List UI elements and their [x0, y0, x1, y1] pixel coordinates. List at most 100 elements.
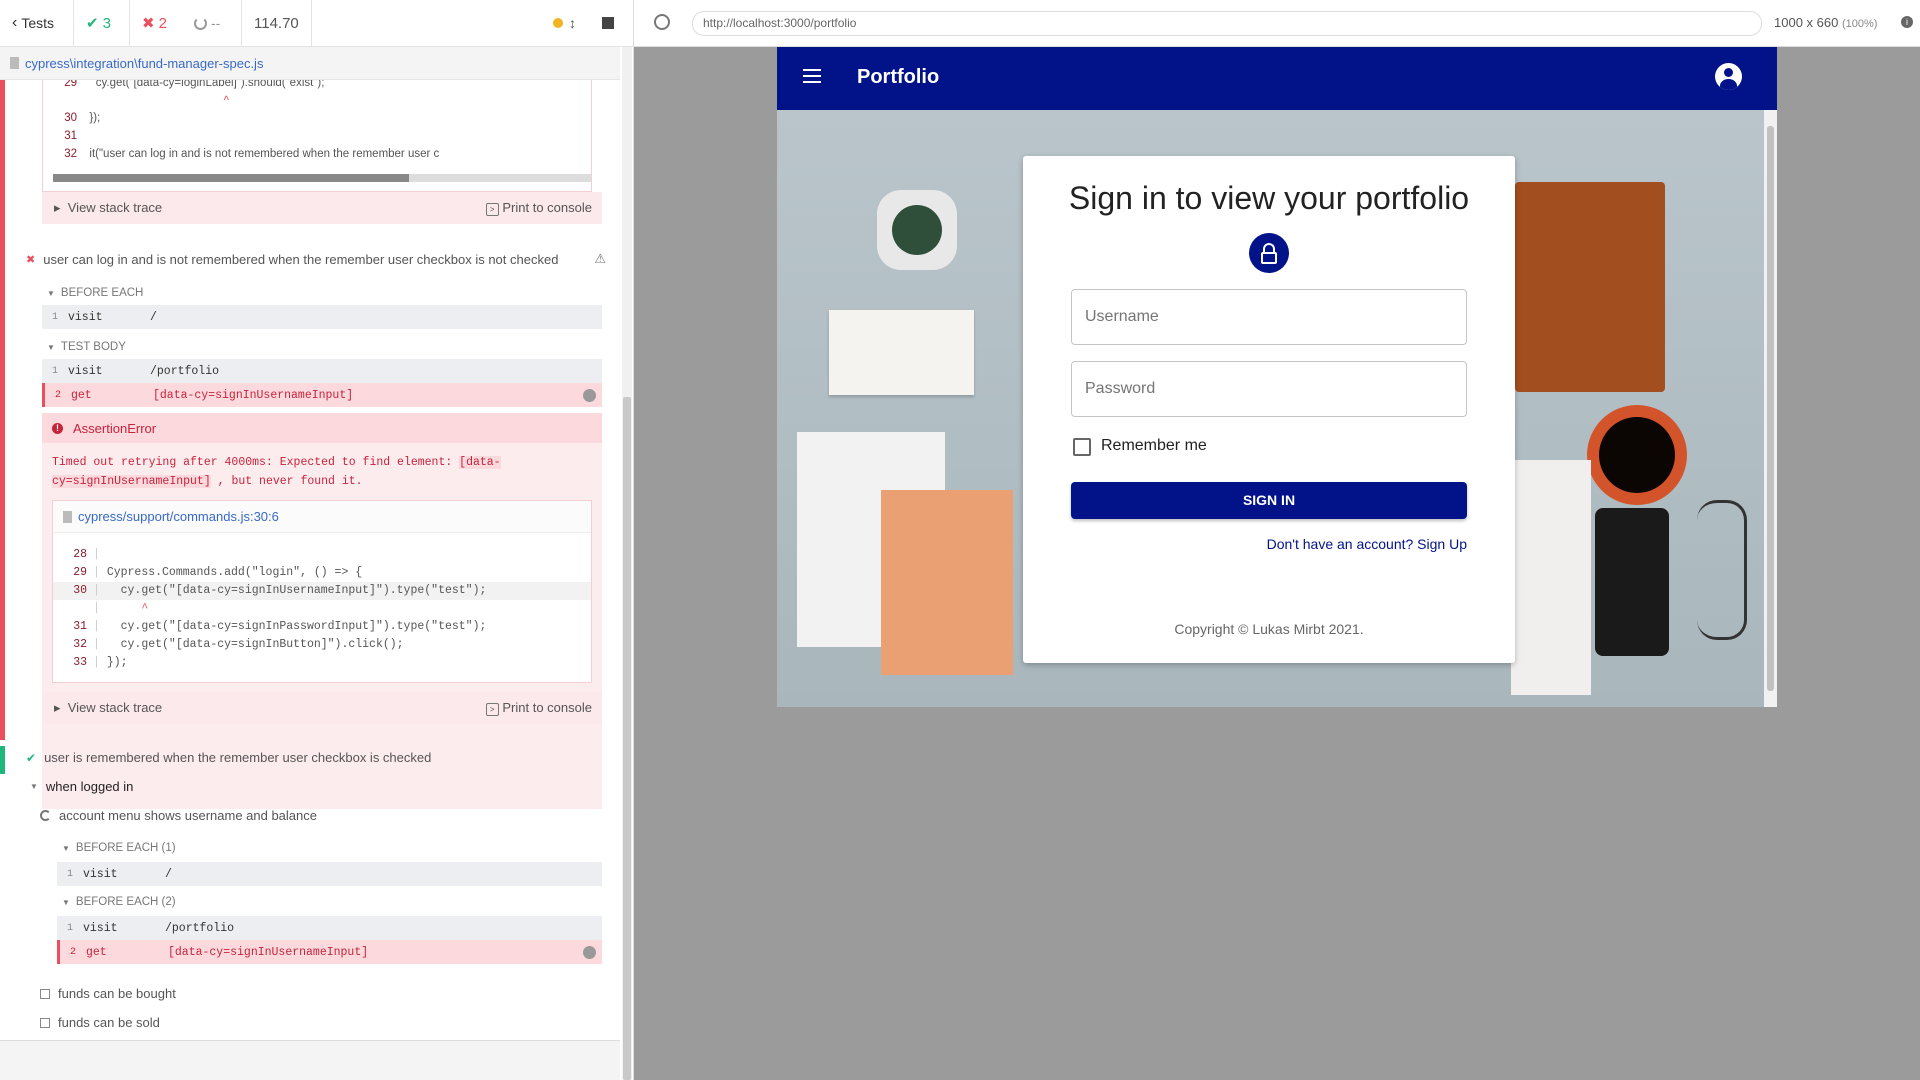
command-number: 1: [51, 365, 58, 377]
command-number: 1: [66, 922, 73, 934]
command-row-failed[interactable]: 2 get [data-cy=signInUsernameInput]: [42, 383, 602, 407]
error-header: ! AssertionError: [42, 413, 602, 443]
caret-down-icon: ▼: [47, 342, 55, 352]
username-field[interactable]: Username: [1071, 289, 1467, 345]
command-arg: /portfolio: [165, 921, 235, 935]
view-stack-trace[interactable]: ▸ View stack trace: [54, 200, 162, 216]
caret-down-icon: ▼: [62, 843, 70, 853]
line-text: cy.get("[data-cy=loginLabel]").should("e…: [83, 80, 325, 89]
account-circle-icon[interactable]: [1715, 63, 1742, 90]
code-file-link[interactable]: cypress/support/commands.js:30:6: [78, 509, 279, 524]
view-stack-trace[interactable]: ▸ View stack trace: [54, 700, 162, 716]
code-line: | ^: [93, 602, 149, 615]
viewport-dimensions: 1000 x 660: [1774, 15, 1839, 30]
print-to-console-button[interactable]: > Print to console: [485, 700, 592, 716]
info-icon[interactable]: i: [1901, 16, 1913, 28]
command-row[interactable]: 1 visit/portfolio: [42, 359, 602, 383]
terminal-icon: >: [485, 702, 499, 716]
test-title-text: user is remembered when the remember use…: [44, 750, 432, 765]
tests-button[interactable]: ‹ Tests: [0, 0, 74, 47]
pending-test[interactable]: funds can be bought: [40, 986, 176, 1001]
test-title-text: funds can be sold: [58, 1015, 160, 1030]
passed-test-stripe: [0, 746, 5, 774]
failed-test-title[interactable]: ✖ user can log in and is not remembered …: [26, 251, 606, 267]
command-name: visit: [83, 867, 118, 881]
chevron-left-icon: ‹: [12, 14, 18, 31]
signup-link[interactable]: Don't have an account? Sign Up: [1267, 536, 1467, 552]
signin-title: Sign in to view your portfolio: [1068, 180, 1470, 216]
selector-playground-icon[interactable]: [654, 14, 670, 30]
command-name: visit: [83, 921, 118, 935]
command-number: 1: [66, 868, 73, 880]
check-icon: ✔: [26, 750, 37, 765]
passed-number: 3: [102, 14, 111, 32]
code-line: 30 });: [43, 109, 100, 127]
line-text: });: [106, 656, 128, 669]
remember-me-label: Remember me: [1101, 437, 1207, 454]
app-bar: Portfolio: [777, 47, 1777, 110]
code-line-highlight: 30 | cy.get("[data-cy=signInUsernameInput…: [53, 582, 591, 600]
lock-icon: [1249, 233, 1289, 273]
test-title-text: account menu shows username and balance: [59, 808, 317, 823]
line-number: 32: [64, 148, 77, 160]
command-row-failed[interactable]: 2 get [data-cy=signInUsernameInput]: [57, 940, 602, 964]
menu-icon[interactable]: [803, 69, 821, 83]
coffee-cup-decoration: [1587, 405, 1687, 505]
suite-title[interactable]: ▼ when logged in: [30, 779, 133, 794]
error-selector: [data-: [459, 456, 501, 469]
spec-path[interactable]: cypress\integration\fund-manager-spec.js: [25, 56, 263, 71]
pending-test[interactable]: funds can be sold: [40, 1015, 160, 1030]
before-each-hook-1[interactable]: ▼ BEFORE EACH (1): [62, 842, 176, 854]
viewport-scrollbar[interactable]: [1764, 110, 1777, 707]
reporter-scrollbar[interactable]: [622, 47, 632, 1080]
line-text: });: [83, 112, 101, 124]
before-each-hook-2[interactable]: ▼ BEFORE EACH (2): [62, 896, 176, 908]
duration: 114.70: [242, 0, 312, 47]
warning-icon[interactable]: ⚠: [594, 251, 606, 267]
error-selector: cy=signInUsernameInput]: [52, 475, 211, 488]
stop-button[interactable]: [602, 17, 614, 29]
leather-notebook-decoration: [1515, 182, 1665, 392]
line-number: 28: [73, 548, 87, 561]
line-number: 29: [73, 566, 87, 579]
passed-count: ✔ 3: [74, 0, 130, 47]
autoscroll-toggle-icon[interactable]: ↕: [569, 15, 576, 31]
command-row[interactable]: 1 visit /: [42, 305, 602, 329]
command-number: 2: [54, 389, 61, 401]
pending-circle-icon: [194, 16, 207, 30]
reporter-footer: [0, 1040, 620, 1080]
before-each-hook[interactable]: ▼ BEFORE EACH: [47, 287, 143, 299]
remember-me-checkbox[interactable]: [1073, 438, 1091, 456]
command-number: 2: [69, 946, 76, 958]
error-title: AssertionError: [73, 420, 157, 436]
plant-decoration: [877, 190, 957, 270]
glasses-decoration: [1697, 500, 1747, 640]
test-body-hook[interactable]: ▼ TEST BODY: [47, 341, 126, 353]
alert-circle-icon: !: [52, 422, 63, 434]
code-line: 33 | });: [53, 654, 128, 672]
line-text: Cypress.Commands.add("login", () => {: [106, 566, 363, 579]
code-line: 29 | Cypress.Commands.add("login", () => …: [53, 564, 362, 582]
failed-number: 2: [158, 14, 167, 32]
command-row[interactable]: 1 visit/portfolio: [57, 916, 602, 940]
command-row[interactable]: 1 visit /: [57, 862, 602, 886]
line-text: cy.get("[data-cy=signInButton]").click()…: [106, 638, 404, 651]
print-to-console-button[interactable]: > Print to console: [485, 200, 592, 216]
horizontal-scrollbar[interactable]: [53, 174, 591, 182]
scrollbar-thumb[interactable]: [623, 397, 631, 1080]
code-line: 28 |: [53, 546, 107, 564]
line-text: ^: [83, 95, 229, 107]
running-indicator-icon: [553, 18, 563, 28]
line-number: 30: [64, 112, 77, 124]
caret-down-icon: ▼: [47, 288, 55, 298]
url-field[interactable]: http://localhost:3000/portfolio: [692, 11, 1762, 36]
duration-value: 114.70: [254, 14, 299, 32]
password-field[interactable]: Password: [1071, 361, 1467, 417]
suite-title-text: when logged in: [45, 779, 134, 794]
running-test-title[interactable]: account menu shows username and balance: [40, 808, 317, 823]
line-text: cy.get("[data-cy=signInUsernameInput]").…: [106, 584, 487, 597]
passed-test-title[interactable]: ✔ user is remembered when the remember u…: [26, 750, 586, 765]
signin-button[interactable]: SIGN IN: [1071, 482, 1467, 519]
reporter-header: ‹ Tests ✔ 3 ✖ 2 -- 114.70 ↕: [0, 0, 634, 47]
checkbox-icon: [40, 1017, 50, 1028]
